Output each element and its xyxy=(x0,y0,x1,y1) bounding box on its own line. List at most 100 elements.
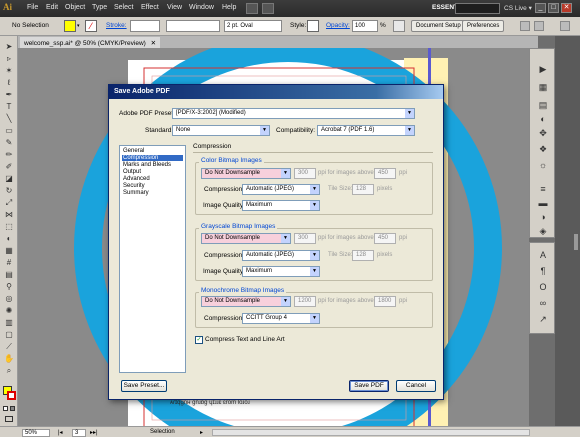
stroke-swatch[interactable]: ⁄ xyxy=(85,20,97,32)
menu-window[interactable]: Window xyxy=(189,4,214,11)
magic-wand-tool-icon[interactable]: ✶ xyxy=(4,66,14,76)
menu-type[interactable]: Type xyxy=(92,4,107,11)
color-downsample-select[interactable]: Do Not Downsample ▼ xyxy=(201,168,291,179)
vertical-scrollbar[interactable] xyxy=(574,234,578,250)
stroke-label[interactable]: Stroke: xyxy=(106,22,127,29)
mesh-tool-icon[interactable]: # xyxy=(4,258,14,268)
opacity-label[interactable]: Opacity: xyxy=(326,22,350,29)
slice-tool-icon[interactable]: ⟋ xyxy=(4,342,14,352)
type-tool-icon[interactable]: T xyxy=(4,102,14,112)
brushes-panel-icon[interactable]: ◐ xyxy=(537,113,549,125)
zoom-tool-icon[interactable]: ⌕ xyxy=(4,366,14,376)
close-tab-icon[interactable]: ✕ xyxy=(151,40,156,47)
menu-file[interactable]: File xyxy=(27,4,38,11)
pen-tool-icon[interactable]: ✒ xyxy=(4,90,14,100)
opacity-input[interactable]: 100 xyxy=(352,20,378,32)
cancel-button[interactable]: Cancel xyxy=(396,380,436,392)
direct-selection-tool-icon[interactable]: ▹ xyxy=(4,54,14,64)
column-graph-tool-icon[interactable]: ▥ xyxy=(4,318,14,328)
stroke-weight-input[interactable] xyxy=(130,20,160,32)
blob-brush-tool-icon[interactable]: ✐ xyxy=(4,162,14,172)
menu-object[interactable]: Object xyxy=(65,4,85,11)
zoom-input[interactable]: 50% xyxy=(22,429,50,437)
status-mode[interactable]: Selection xyxy=(150,429,175,435)
eraser-tool-icon[interactable]: ◪ xyxy=(4,174,14,184)
menu-view[interactable]: View xyxy=(167,4,182,11)
category-output[interactable]: Output xyxy=(122,169,183,175)
save-pdf-button[interactable]: Save PDF xyxy=(349,380,389,392)
paragraph-panel-icon[interactable]: ¶ xyxy=(537,265,549,277)
gradient-panel-icon[interactable]: ▬ xyxy=(537,197,549,209)
first-page-icon[interactable]: |◂ xyxy=(58,429,63,436)
stroke-color-icon[interactable] xyxy=(7,391,16,400)
next-page-icon[interactable]: ▸▸| xyxy=(90,429,98,436)
align-icon[interactable] xyxy=(520,21,530,31)
variable-width-select[interactable] xyxy=(166,20,220,32)
status-arrow-icon[interactable]: ▸ xyxy=(200,429,203,436)
category-summary[interactable]: Summary xyxy=(122,190,183,196)
gray-quality-select[interactable]: Maximum ▼ xyxy=(242,266,320,277)
maximize-button[interactable]: □ xyxy=(548,3,559,13)
category-general[interactable]: General xyxy=(122,148,183,154)
color-guide-icon[interactable]: ▦ xyxy=(537,81,549,93)
links-panel-icon[interactable]: ∞ xyxy=(537,297,549,309)
cs-live-button[interactable]: CS Live ▾ xyxy=(504,4,532,12)
preferences-button[interactable]: Preferences xyxy=(462,20,505,32)
transparency-panel-icon[interactable]: ◑ xyxy=(537,211,549,223)
recolor-icon[interactable] xyxy=(393,20,405,32)
close-button[interactable]: ✕ xyxy=(561,3,572,13)
standard-select[interactable]: None ▼ xyxy=(172,125,270,136)
width-tool-icon[interactable]: ⋈ xyxy=(4,210,14,220)
menu-help[interactable]: Help xyxy=(222,4,236,11)
category-advanced[interactable]: Advanced xyxy=(122,176,183,182)
pencil-tool-icon[interactable]: ✏ xyxy=(4,150,14,160)
menu-effect[interactable]: Effect xyxy=(141,4,159,11)
color-compression-select[interactable]: Automatic (JPEG) ▼ xyxy=(242,184,320,195)
layers-panel-icon[interactable]: ◈ xyxy=(537,225,549,237)
arrange-icon[interactable] xyxy=(262,3,274,14)
page-input[interactable]: 3 xyxy=(72,429,86,437)
gray-compression-select[interactable]: Automatic (JPEG) ▼ xyxy=(242,250,320,261)
transform-icon[interactable] xyxy=(534,21,544,31)
brush-select[interactable]: 2 pt. Oval xyxy=(224,20,282,32)
gradient-mode-icon[interactable] xyxy=(10,406,15,411)
fill-swatch[interactable] xyxy=(64,20,76,32)
artboard-tool-icon[interactable]: ▢ xyxy=(4,330,14,340)
search-input[interactable] xyxy=(455,3,500,14)
menu-edit[interactable]: Edit xyxy=(46,4,58,11)
hand-tool-icon[interactable]: ✋ xyxy=(4,354,14,364)
save-preset-button[interactable]: Save Preset... xyxy=(121,380,167,392)
symbol-sprayer-tool-icon[interactable]: ✺ xyxy=(4,306,14,316)
menu-select[interactable]: Select xyxy=(114,4,133,11)
draw-mode-icon[interactable] xyxy=(5,416,13,422)
opentype-panel-icon[interactable]: O xyxy=(537,281,549,293)
mono-downsample-select[interactable]: Do Not Downsample ▼ xyxy=(201,296,291,307)
category-compression[interactable]: Compression xyxy=(122,155,183,161)
swatches-panel-icon[interactable]: ▤ xyxy=(537,99,549,111)
color-panel-icon[interactable]: ▶ xyxy=(537,63,549,75)
paintbrush-tool-icon[interactable]: ✎ xyxy=(4,138,14,148)
blend-tool-icon[interactable]: ◎ xyxy=(4,294,14,304)
shape-builder-tool-icon[interactable]: ◐ xyxy=(4,234,14,244)
minimize-button[interactable]: _ xyxy=(535,3,546,13)
style-swatch[interactable] xyxy=(307,20,319,32)
selection-tool-icon[interactable]: ➤ xyxy=(4,42,14,52)
gradient-tool-icon[interactable]: ▤ xyxy=(4,270,14,280)
character-panel-icon[interactable]: A xyxy=(537,249,549,261)
gray-downsample-select[interactable]: Do Not Downsample ▼ xyxy=(201,233,291,244)
free-transform-tool-icon[interactable]: ⬚ xyxy=(4,222,14,232)
bridge-icon[interactable] xyxy=(246,3,258,14)
horizontal-scrollbar[interactable] xyxy=(212,429,530,436)
rotate-tool-icon[interactable]: ↻ xyxy=(4,186,14,196)
lasso-tool-icon[interactable]: ℓ xyxy=(4,78,14,88)
perspective-grid-tool-icon[interactable]: ▦ xyxy=(4,246,14,256)
preset-select[interactable]: [PDF/X-3:2002] (Modified) ▼ xyxy=(172,108,415,119)
rectangle-tool-icon[interactable]: ▭ xyxy=(4,126,14,136)
compress-text-checkbox[interactable]: ✓ xyxy=(195,336,203,344)
document-tab[interactable]: welcome_ssp.ai* @ 50% (CMYK/Preview) ✕ xyxy=(20,37,161,48)
category-marks-and-bleeds[interactable]: Marks and Bleeds xyxy=(122,162,183,168)
category-security[interactable]: Security xyxy=(122,183,183,189)
eyedropper-tool-icon[interactable]: ⚲ xyxy=(4,282,14,292)
info-panel-icon[interactable]: ↗ xyxy=(537,313,549,325)
mono-compression-select[interactable]: CCITT Group 4 ▼ xyxy=(242,313,320,324)
